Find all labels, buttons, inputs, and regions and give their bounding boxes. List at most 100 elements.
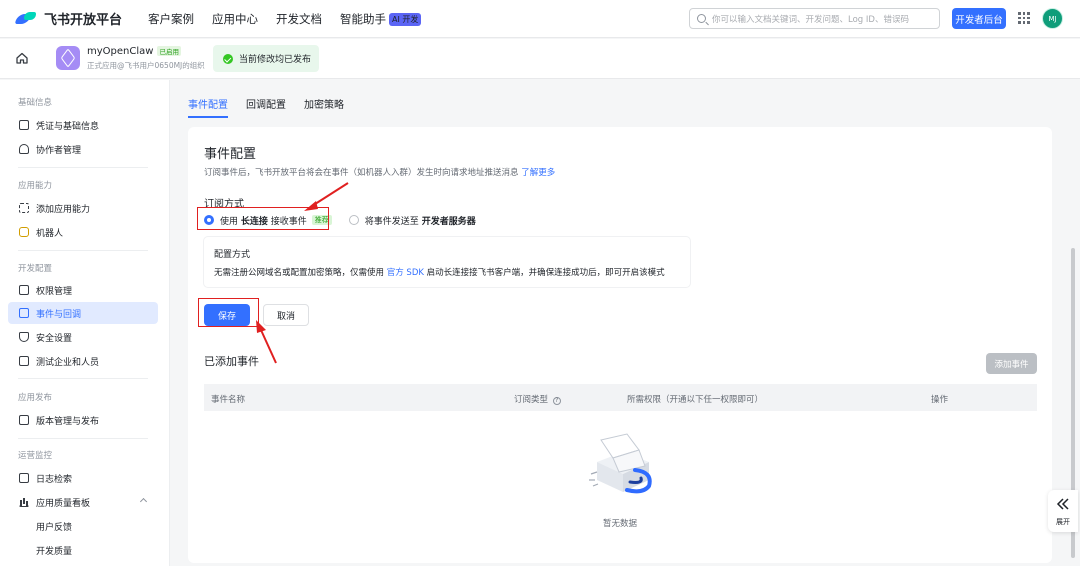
nav-app-center[interactable]: 应用中心 (212, 11, 258, 27)
app-title[interactable]: myOpenClaw 已启用 (87, 46, 181, 57)
column-event-name: 事件名称 (211, 395, 246, 405)
nav-assistant[interactable]: 智能助手 AI 开发 (340, 11, 422, 27)
sidebar-group-capability: 应用能力 (18, 181, 53, 191)
publish-status: 当前修改均已发布 (213, 45, 319, 72)
bar-chart-icon (19, 497, 29, 507)
events-table-header: 事件名称 订阅类型 ? 所需权限（开通以下任一权限即可） 操作 (204, 384, 1037, 411)
column-permissions: 所需权限（开通以下任一权限即可） (627, 395, 764, 405)
ai-badge: AI 开发 (389, 12, 422, 26)
feishu-logo-icon (14, 11, 38, 26)
sidebar-item-logs[interactable]: 日志检索 (8, 467, 158, 489)
sidebar-item-label: 用户反馈 (36, 522, 73, 533)
search-input[interactable]: 你可以输入文档关键词、开发问题、Log ID、错误码 (689, 8, 940, 29)
empty-box-icon (589, 433, 652, 494)
sidebar-item-collaborators[interactable]: 协作者管理 (8, 138, 158, 160)
sidebar-item-label: 版本管理与发布 (36, 416, 100, 427)
sidebar-item-label: 事件与回调 (36, 309, 82, 320)
sidebar-item-feedback[interactable]: 用户反馈 (8, 515, 158, 537)
tab-encryption[interactable]: 加密策略 (304, 96, 344, 118)
upload-icon (19, 415, 29, 425)
grid-add-icon (19, 203, 29, 213)
sidebar-group-ops: 运营监控 (18, 451, 53, 461)
bot-icon (19, 227, 29, 237)
help-icon[interactable]: ? (552, 397, 561, 405)
sidebar-item-label: 应用质量看板 (36, 498, 91, 509)
app-status-badge: 已启用 (157, 46, 181, 56)
search-placeholder: 你可以输入文档关键词、开发问题、Log ID、错误码 (712, 14, 909, 25)
option-bold: 开发者服务器 (421, 216, 476, 227)
sdk-link[interactable]: 官方 SDK (387, 268, 424, 278)
empty-state-text: 暂无数据 (602, 519, 637, 529)
developer-console-button[interactable]: 开发者后台 (952, 8, 1006, 29)
learn-more-link[interactable]: 了解更多 (521, 168, 555, 178)
radio-developer-server[interactable]: 将事件发送至 开发者服务器 (348, 214, 476, 227)
publish-status-text: 当前修改均已发布 (239, 55, 312, 65)
nav-assistant-label: 智能助手 (340, 11, 387, 26)
avatar[interactable]: MJ (1042, 8, 1063, 29)
apps-grid-icon[interactable] (1018, 12, 1030, 24)
sidebar-item-security[interactable]: 安全设置 (8, 326, 158, 348)
sidebar-item-label: 测试企业和人员 (36, 357, 100, 368)
sidebar-item-label: 权限管理 (36, 286, 73, 297)
tab-callback-config[interactable]: 回调配置 (246, 96, 286, 118)
tab-event-config[interactable]: 事件配置 (188, 96, 228, 118)
config-text-part: 启动长连接接飞书客户端，并确保连接成功后，即可开启该模式 (426, 268, 665, 278)
config-text-part: 无需注册公网域名或配置加密策略，仅需使用 (214, 268, 385, 278)
sidebar-group-basic: 基础信息 (18, 98, 53, 108)
log-search-icon (19, 473, 29, 483)
brand-logo[interactable]: 飞书开放平台 (14, 9, 123, 28)
app-name: myOpenClaw (87, 46, 154, 57)
sidebar-item-credentials[interactable]: 凭证与基础信息 (8, 114, 158, 136)
config-method-title: 配置方式 (214, 250, 251, 260)
sidebar-item-label: 日志检索 (36, 474, 73, 485)
app-header: myOpenClaw 已启用 正式应用@飞书用户0650MJ的组织 当前修改均已发… (0, 39, 1080, 79)
double-chevron-left-icon (1056, 498, 1069, 510)
main-nav: 客户案例 应用中心 开发文档 智能助手 AI 开发 (148, 11, 422, 27)
sidebar-item-versions[interactable]: 版本管理与发布 (8, 409, 158, 431)
sidebar-divider (18, 438, 148, 439)
chevron-up-icon (139, 497, 148, 506)
app-icon (56, 46, 80, 70)
check-circle-icon (223, 53, 233, 64)
home-icon[interactable] (16, 52, 28, 64)
config-method-box: 配置方式 无需注册公网域名或配置加密策略，仅需使用 官方 SDK 启动长连接接飞… (204, 237, 690, 287)
radio-unchecked-icon (348, 215, 359, 225)
sidebar-item-events[interactable]: 事件与回调 (8, 302, 158, 324)
page-description: 订阅事件后，飞书开放平台将会在事件（如机器人入群）发生时向请求地址推送消息 了解… (204, 166, 555, 178)
sidebar-divider (18, 250, 148, 251)
config-method-text: 无需注册公网域名或配置加密策略，仅需使用 官方 SDK 启动长连接接飞书客户端，… (214, 266, 665, 278)
annotation-arrow-icon (256, 320, 277, 364)
sidebar-divider (18, 167, 148, 168)
sidebar-item-quality[interactable]: 应用质量看板 (8, 491, 158, 513)
column-label: 订阅类型 (514, 395, 549, 405)
sidebar-item-bot[interactable]: 机器人 (8, 221, 158, 243)
shield-icon (19, 332, 29, 342)
option-text: 将事件发送至 (364, 216, 419, 227)
expand-panel-button[interactable]: 展开 (1048, 490, 1078, 532)
add-event-button[interactable]: 添加事件 (986, 353, 1037, 374)
sidebar-item-dev-quality[interactable]: 开发质量 (8, 539, 158, 561)
sidebar-item-label: 协作者管理 (36, 145, 82, 156)
sidebar-item-label: 添加应用能力 (36, 204, 91, 215)
sidebar-item-label: 机器人 (36, 228, 64, 239)
user-icon (19, 144, 29, 154)
sidebar-group-dev-config: 开发配置 (18, 264, 53, 274)
test-org-icon (19, 356, 29, 366)
sidebar-item-add-capability[interactable]: 添加应用能力 (8, 197, 158, 219)
description-text: 订阅事件后，飞书开放平台将会在事件（如机器人入群）发生时向请求地址推送消息 (204, 168, 519, 178)
sidebar-group-release: 应用发布 (18, 393, 53, 403)
top-navbar: 飞书开放平台 客户案例 应用中心 开发文档 智能助手 AI 开发 你可以输入文档关… (0, 0, 1080, 38)
nav-docs[interactable]: 开发文档 (276, 11, 322, 27)
credential-icon (19, 120, 29, 130)
sidebar-item-test-org[interactable]: 测试企业和人员 (8, 350, 158, 372)
brand-name: 飞书开放平台 (44, 13, 123, 28)
app-subtitle: 正式应用@飞书用户0650MJ的组织 (87, 61, 205, 70)
sidebar-item-label: 开发质量 (36, 546, 73, 557)
event-icon (19, 308, 29, 318)
annotation-arrow-icon (304, 182, 349, 211)
annotation-box-save (198, 298, 259, 327)
search-icon (697, 14, 706, 23)
lock-icon (19, 285, 29, 295)
sidebar-item-permissions[interactable]: 权限管理 (8, 279, 158, 301)
nav-cases[interactable]: 客户案例 (148, 11, 194, 27)
